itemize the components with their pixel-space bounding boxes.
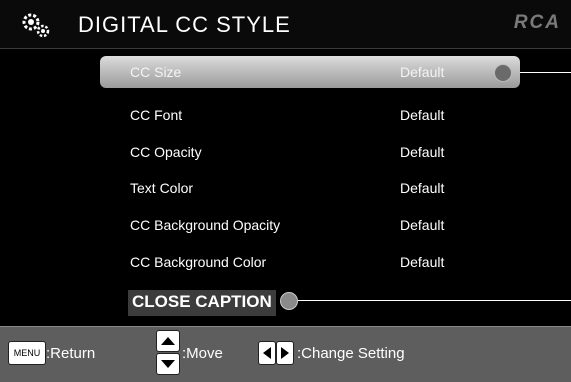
- menu-item-cc-size[interactable]: CC Size Default: [100, 56, 520, 88]
- header: DIGITAL CC STYLE RCA: [0, 0, 571, 49]
- change-setting-hint: :Change Setting: [297, 345, 405, 362]
- up-arrow-icon: [156, 330, 180, 352]
- menu-item-cc-opacity[interactable]: CC Opacity Default: [100, 136, 520, 168]
- menu-item-label: Text Color: [130, 180, 194, 196]
- footer-hints: MENU :Return :Move :Change Setting: [0, 326, 571, 382]
- menu-item-cc-background-opacity[interactable]: CC Background Opacity Default: [100, 209, 520, 241]
- callout-line: [296, 300, 571, 301]
- move-hint: :Move: [182, 345, 223, 362]
- menu-item-value: Default: [400, 107, 445, 123]
- tv-screen: DIGITAL CC STYLE RCA CC Size Default CC …: [0, 0, 571, 382]
- selection-knob-icon: [494, 64, 512, 82]
- menu-key: MENU: [8, 341, 46, 365]
- down-arrow-icon: [156, 353, 180, 375]
- menu-item-label: CC Background Color: [130, 254, 267, 270]
- rca-logo: RCA: [513, 12, 561, 33]
- menu-item-value: Default: [400, 180, 445, 196]
- menu-item-value: Default: [400, 144, 445, 160]
- menu-item-label: CC Size: [130, 64, 182, 80]
- menu-item-value: Default: [400, 254, 445, 270]
- menu-item-cc-background-color[interactable]: CC Background Color Default: [100, 246, 520, 278]
- breadcrumb-knob-icon: [280, 292, 298, 310]
- left-arrow-icon: [258, 341, 276, 365]
- page-title: DIGITAL CC STYLE: [78, 12, 291, 37]
- right-arrow-icon: [276, 341, 294, 365]
- breadcrumb: CLOSE CAPTION: [128, 290, 276, 316]
- menu-item-text-color[interactable]: Text Color Default: [100, 172, 520, 204]
- menu-item-cc-font[interactable]: CC Font Default: [100, 99, 520, 131]
- menu-item-value: Default: [400, 64, 445, 80]
- menu-item-label: CC Background Opacity: [130, 217, 281, 233]
- return-hint: :Return: [46, 345, 96, 362]
- menu-item-value: Default: [400, 217, 445, 233]
- menu-item-label: CC Font: [130, 107, 183, 123]
- gear-icon: [22, 13, 50, 38]
- callout-line: [520, 72, 571, 73]
- menu-item-label: CC Opacity: [130, 144, 202, 160]
